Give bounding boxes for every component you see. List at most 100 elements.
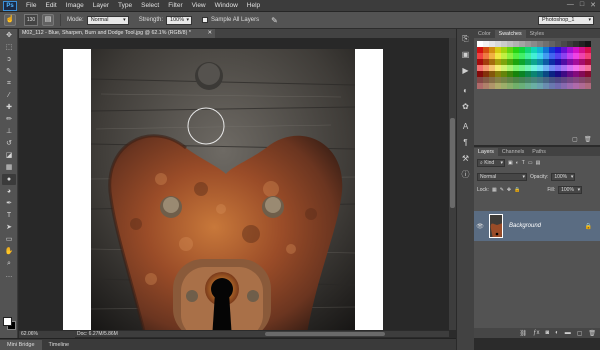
- filter-pixel-icon[interactable]: ▣: [508, 160, 513, 166]
- new-swatch-icon[interactable]: ▢: [572, 136, 578, 143]
- menu-edit[interactable]: Edit: [45, 2, 56, 9]
- vertical-scrollbar[interactable]: [449, 38, 456, 330]
- horizontal-scrollbar[interactable]: [135, 331, 449, 337]
- lasso-tool-icon[interactable]: ↄ: [2, 54, 16, 65]
- path-selection-tool-icon[interactable]: ➤: [2, 222, 16, 233]
- delete-layer-icon[interactable]: 🗑: [588, 330, 596, 337]
- add-mask-icon[interactable]: ◙: [545, 330, 549, 336]
- menu-window[interactable]: Window: [215, 2, 238, 9]
- new-layer-icon[interactable]: ▢: [577, 330, 583, 337]
- blend-mode-dropdown[interactable]: Normal: [477, 173, 527, 181]
- menu-layer[interactable]: Layer: [93, 2, 109, 9]
- canvas-area[interactable]: [19, 38, 449, 330]
- mode-dropdown[interactable]: Normal: [86, 15, 129, 25]
- paragraph-icon[interactable]: ¶: [460, 137, 472, 149]
- sample-all-layers-checkbox[interactable]: [202, 17, 209, 23]
- document-size-info[interactable]: Doc: 6.27M/5.86M: [75, 331, 135, 337]
- menu-type[interactable]: Type: [118, 2, 132, 9]
- tab-layers[interactable]: Layers: [474, 148, 498, 156]
- eyedropper-tool-icon[interactable]: ⁄: [2, 90, 16, 101]
- tool-presets-icon[interactable]: ⚒: [460, 153, 472, 165]
- menu-file[interactable]: File: [26, 2, 36, 9]
- brush-size-picker[interactable]: 130: [24, 14, 38, 26]
- brush-presets-icon[interactable]: ✿: [460, 101, 472, 113]
- menu-help[interactable]: Help: [247, 2, 260, 9]
- eraser-tool-icon[interactable]: ◪: [2, 150, 16, 161]
- lock-image-icon[interactable]: ✎: [500, 187, 504, 193]
- healing-brush-tool-icon[interactable]: ✚: [2, 102, 16, 113]
- minimize-button[interactable]: —: [567, 1, 574, 9]
- zoom-tool-icon[interactable]: ⌕: [2, 258, 16, 269]
- menu-view[interactable]: View: [192, 2, 206, 9]
- vertical-scroll-thumb[interactable]: [450, 118, 455, 208]
- lock-label: Lock:: [477, 187, 489, 193]
- type-tool-icon[interactable]: T: [2, 210, 16, 221]
- lock-position-icon[interactable]: ✥: [507, 187, 511, 193]
- dodge-tool-icon[interactable]: ◕: [2, 186, 16, 197]
- filter-type-icon[interactable]: T: [522, 160, 525, 166]
- close-button[interactable]: ✕: [590, 1, 596, 9]
- filter-kind-dropdown[interactable]: ⌕ Kind: [477, 159, 505, 167]
- link-layers-icon[interactable]: ⛓: [519, 330, 527, 337]
- layer-style-icon[interactable]: ƒx: [533, 330, 539, 336]
- shape-tool-icon[interactable]: ▭: [2, 234, 16, 245]
- document-canvas[interactable]: [63, 49, 383, 330]
- foreground-color[interactable]: [3, 317, 12, 326]
- brush-panel-toggle-icon[interactable]: ▤: [42, 14, 54, 26]
- filter-smart-object-icon[interactable]: ▤: [536, 160, 541, 166]
- move-tool-icon[interactable]: ✥: [2, 30, 16, 41]
- history-icon[interactable]: ⎘: [460, 33, 472, 45]
- clone-stamp-tool-icon[interactable]: ⊥: [2, 126, 16, 137]
- zoom-level[interactable]: 62.06%: [21, 331, 38, 338]
- marquee-tool-icon[interactable]: ⬚: [2, 42, 16, 53]
- menu-select[interactable]: Select: [141, 2, 159, 9]
- fill-field[interactable]: 100%: [558, 186, 583, 194]
- menu-filter[interactable]: Filter: [168, 2, 182, 9]
- document-tab[interactable]: M02_112 - Blue, Sharpen, Burn and Dodge …: [19, 29, 215, 38]
- properties-icon[interactable]: ▣: [460, 49, 472, 61]
- strength-field[interactable]: 100%: [166, 15, 193, 25]
- bottom-panel-tabs: Mini Bridge Timeline: [0, 338, 456, 350]
- swatch[interactable]: [585, 83, 591, 89]
- lock-transparent-icon[interactable]: ▦: [492, 187, 497, 193]
- history-brush-tool-icon[interactable]: ↺: [2, 138, 16, 149]
- tab-channels[interactable]: Channels: [498, 148, 528, 156]
- menu-image[interactable]: Image: [66, 2, 84, 9]
- tab-mini-bridge[interactable]: Mini Bridge: [0, 339, 42, 350]
- character-icon[interactable]: A: [460, 121, 472, 133]
- adjustments-icon[interactable]: ◐: [460, 85, 472, 97]
- close-tab-icon[interactable]: ✕: [208, 29, 212, 38]
- delete-swatch-icon[interactable]: 🗑: [584, 136, 592, 143]
- lock-all-icon[interactable]: 🔒: [514, 187, 520, 193]
- filter-shape-icon[interactable]: ▭: [528, 160, 533, 166]
- new-group-icon[interactable]: ▬: [565, 330, 571, 336]
- finger-painting-icon[interactable]: ✎: [271, 16, 278, 25]
- filter-adjustment-icon[interactable]: ◐: [516, 160, 519, 166]
- pen-tool-icon[interactable]: ✒: [2, 198, 16, 209]
- eye-icon[interactable]: 👁: [474, 223, 486, 230]
- edit-toolbar-icon[interactable]: …: [2, 270, 16, 281]
- blur-tool-icon[interactable]: ●: [2, 174, 16, 185]
- color-swatches[interactable]: [3, 317, 17, 331]
- smudge-tool-preset-icon[interactable]: ☝: [4, 14, 16, 26]
- opacity-field[interactable]: 100%: [551, 173, 576, 181]
- tab-color[interactable]: Color: [474, 30, 495, 38]
- horizontal-scroll-thumb[interactable]: [265, 332, 385, 336]
- tab-styles[interactable]: Styles: [526, 30, 548, 38]
- info-icon[interactable]: ⓘ: [460, 169, 472, 181]
- crop-tool-icon[interactable]: ⌗: [2, 78, 16, 89]
- workspace-dropdown[interactable]: Photoshop_1: [538, 16, 594, 25]
- actions-icon[interactable]: ▶: [460, 65, 472, 77]
- tab-timeline[interactable]: Timeline: [42, 340, 77, 350]
- maximize-button[interactable]: □: [580, 1, 584, 9]
- quick-select-tool-icon[interactable]: ✎: [2, 66, 16, 77]
- swatch-grid[interactable]: [477, 41, 591, 93]
- layers-panel: Layers Channels Paths ⌕ Kind ▣ ◐ T ▭ ▤ N…: [474, 147, 600, 338]
- hand-tool-icon[interactable]: ✋: [2, 246, 16, 257]
- adjustment-layer-icon[interactable]: ◐: [555, 330, 559, 336]
- layer-row-background[interactable]: 👁 Background 🔒: [474, 211, 600, 241]
- brush-tool-icon[interactable]: ✏: [2, 114, 16, 125]
- tab-swatches[interactable]: Swatches: [494, 30, 526, 38]
- tab-paths[interactable]: Paths: [528, 148, 550, 156]
- gradient-tool-icon[interactable]: ▦: [2, 162, 16, 173]
